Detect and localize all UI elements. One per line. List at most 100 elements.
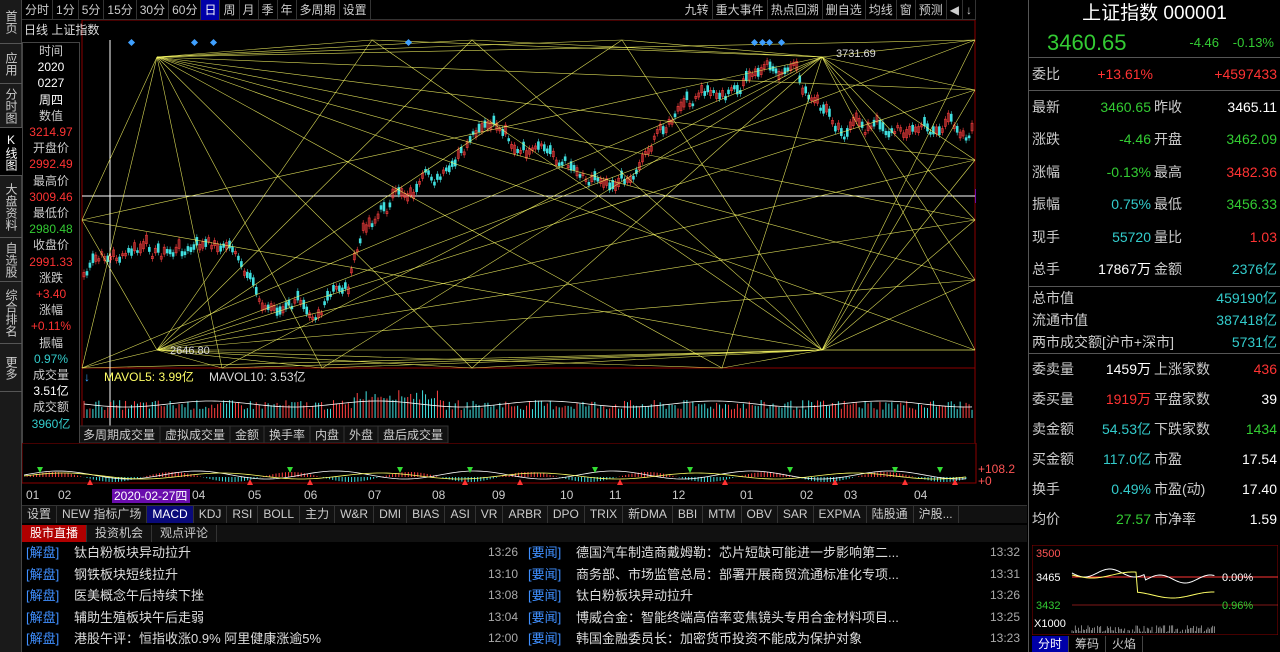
- volume-tab[interactable]: 金额: [235, 427, 259, 442]
- toolbar-action[interactable]: 热点回溯: [768, 0, 823, 20]
- indicator-tab[interactable]: SAR: [778, 506, 814, 523]
- left-nav-item[interactable]: 分时图: [0, 84, 22, 128]
- toolbar-action[interactable]: 删自选: [823, 0, 866, 20]
- indicator-tab[interactable]: 沪股...: [914, 506, 959, 523]
- info-value: 3214.97: [29, 125, 73, 140]
- news-item[interactable]: [要闻] 商务部、市场监管总局：部署开展商贸流通标准化专项... 13:31: [524, 564, 1026, 586]
- news-title[interactable]: 钛白粉板块异动拉升: [74, 542, 476, 564]
- news-title[interactable]: 博威合金：智能终端高倍率变焦镜头专用合金材料项目...: [576, 607, 978, 629]
- indicator-tab[interactable]: NEW 指标广场: [57, 506, 148, 523]
- news-title[interactable]: 商务部、市场监管总局：部署开展商贸流通标准化专项...: [576, 564, 978, 586]
- volume-tab[interactable]: 虚拟成交量: [165, 427, 225, 442]
- indicator-tab[interactable]: BOLL: [258, 506, 301, 523]
- event-marker-icon[interactable]: [777, 38, 786, 47]
- period-tab[interactable]: 年: [278, 0, 297, 20]
- period-tab[interactable]: 设置: [340, 0, 371, 20]
- news-title[interactable]: 韩国金融委员长：加密货币投资不能成为保护对象: [576, 628, 978, 650]
- news-item[interactable]: [解盘] 钛白粉板块异动拉升 13:26: [22, 542, 524, 564]
- indicator-tab[interactable]: OBV: [742, 506, 778, 523]
- month-label: 11: [609, 488, 622, 502]
- news-tab[interactable]: 观点评论: [152, 525, 218, 542]
- left-nav-item[interactable]: 更多: [0, 344, 22, 392]
- news-title[interactable]: 钢铁板块短线拉升: [74, 564, 476, 586]
- toolbar-action[interactable]: ◀: [947, 0, 963, 20]
- volume-tab[interactable]: 内盘: [315, 427, 339, 442]
- indicator-tab[interactable]: 设置: [22, 506, 58, 523]
- indicator-tab[interactable]: BBI: [673, 506, 704, 523]
- indicator-tab[interactable]: EXPMA: [814, 506, 867, 523]
- news-item[interactable]: [要闻] 博威合金：智能终端高倍率变焦镜头专用合金材料项目... 13:25: [524, 607, 1026, 629]
- indicator-tab[interactable]: KDJ: [194, 506, 228, 523]
- indicator-tab[interactable]: 主力: [300, 506, 336, 523]
- toolbar-action[interactable]: 九转: [682, 0, 713, 20]
- indicator-tab[interactable]: TRIX: [585, 506, 624, 523]
- indicator-tab[interactable]: MACD: [147, 506, 194, 523]
- indicator-tab[interactable]: 陆股通: [867, 506, 914, 523]
- indicator-tab[interactable]: ASI: [445, 506, 476, 523]
- left-nav-item[interactable]: 自选股: [0, 238, 22, 282]
- toolbar-action[interactable]: 重大事件: [713, 0, 768, 20]
- period-tab[interactable]: 日: [201, 0, 221, 20]
- left-nav-item[interactable]: 应用: [0, 44, 22, 84]
- indicator-tab[interactable]: MTM: [703, 506, 742, 523]
- news-tab[interactable]: 股市直播: [22, 525, 88, 542]
- period-tab[interactable]: 30分: [137, 0, 170, 20]
- volume-tab[interactable]: 多周期成交量: [83, 427, 155, 442]
- indicator-tab[interactable]: DPO: [548, 506, 585, 523]
- period-tab[interactable]: 周: [220, 0, 240, 20]
- news-item[interactable]: [解盘] 医美概念午后持续下挫 13:08: [22, 585, 524, 607]
- period-tab[interactable]: 1分: [53, 0, 79, 20]
- event-marker-icon[interactable]: [127, 38, 136, 47]
- period-tab[interactable]: 5分: [79, 0, 105, 20]
- indicator-tab[interactable]: BIAS: [407, 506, 446, 523]
- indicator-tab[interactable]: DMI: [374, 506, 408, 523]
- news-title[interactable]: 港股午评：恒指收涨0.9% 阿里健康涨逾5%: [74, 628, 476, 650]
- news-item[interactable]: [解盘] 辅助生殖板块午后走弱 13:04: [22, 607, 524, 629]
- event-marker-icon[interactable]: [758, 38, 767, 47]
- news-title[interactable]: 德国汽车制造商戴姆勒：芯片短缺可能进一步影响第二...: [576, 542, 978, 564]
- period-tab[interactable]: 季: [259, 0, 278, 20]
- news-item[interactable]: [要闻] 钛白粉板块异动拉升 13:26: [524, 585, 1026, 607]
- event-marker-icon[interactable]: [404, 38, 413, 47]
- indicator-tab[interactable]: RSI: [227, 506, 259, 523]
- news-title[interactable]: 医美概念午后持续下挫: [74, 585, 476, 607]
- news-item[interactable]: [要闻] 德国汽车制造商戴姆勒：芯片短缺可能进一步影响第二... 13:32: [524, 542, 1026, 564]
- volume-tab[interactable]: 外盘: [349, 427, 373, 442]
- indicator-tab[interactable]: W&R: [335, 506, 375, 523]
- period-tab[interactable]: 分时: [22, 0, 54, 20]
- indicator-tab[interactable]: 新DMA: [623, 506, 673, 523]
- toolbar-action[interactable]: ↓: [963, 0, 976, 20]
- event-marker-icon[interactable]: [750, 38, 759, 47]
- indicator-tab[interactable]: ARBR: [503, 506, 548, 523]
- mini-tab[interactable]: 火焰: [1106, 636, 1144, 652]
- event-marker-icon[interactable]: [209, 38, 218, 47]
- news-item[interactable]: [解盘] 钢铁板块短线拉升 13:10: [22, 564, 524, 586]
- indicator-tab[interactable]: VR: [476, 506, 504, 523]
- volume-tab[interactable]: 盘后成交量: [383, 427, 443, 442]
- news-title[interactable]: 钛白粉板块异动拉升: [576, 585, 978, 607]
- toolbar-action[interactable]: 均线: [866, 0, 897, 20]
- news-tab[interactable]: 投资机会: [87, 525, 153, 542]
- news-title[interactable]: 辅助生殖板块午后走弱: [74, 607, 476, 629]
- left-nav-item[interactable]: 大盘资料: [0, 176, 22, 238]
- intraday-mini-chart[interactable]: 3500 3465 3432 0.00% 0.96% X1000: [1032, 545, 1278, 635]
- news-item[interactable]: [要闻] 韩国金融委员长：加密货币投资不能成为保护对象 13:23: [524, 628, 1026, 650]
- event-marker-icon[interactable]: [190, 38, 199, 47]
- mini-tab[interactable]: 分时: [1032, 636, 1070, 652]
- news-item[interactable]: [解盘] 港股午评：恒指收涨0.9% 阿里健康涨逾5% 12:00: [22, 628, 524, 650]
- kline-chart[interactable]: 日线 上证指数379234913215319528883731.692646.8…: [22, 20, 976, 456]
- toolbar-action[interactable]: 预测: [916, 0, 947, 20]
- toolbar-action[interactable]: 窗: [897, 0, 916, 20]
- news-time: 12:00: [487, 631, 518, 645]
- period-tab[interactable]: 15分: [104, 0, 137, 20]
- period-tab[interactable]: 60分: [169, 0, 202, 20]
- period-tab[interactable]: 月: [240, 0, 259, 20]
- news-tabs: 股市直播 投资机会 观点评论: [22, 525, 1027, 542]
- left-nav-item[interactable]: 首页: [0, 0, 22, 44]
- volume-tab[interactable]: 换手率: [269, 427, 305, 442]
- left-nav-item[interactable]: 综合排名: [0, 282, 22, 344]
- period-tab[interactable]: 多周期: [297, 0, 340, 20]
- left-nav-item[interactable]: K线图: [0, 128, 22, 176]
- mini-tab[interactable]: 筹码: [1069, 636, 1107, 652]
- event-marker-icon[interactable]: [765, 38, 774, 47]
